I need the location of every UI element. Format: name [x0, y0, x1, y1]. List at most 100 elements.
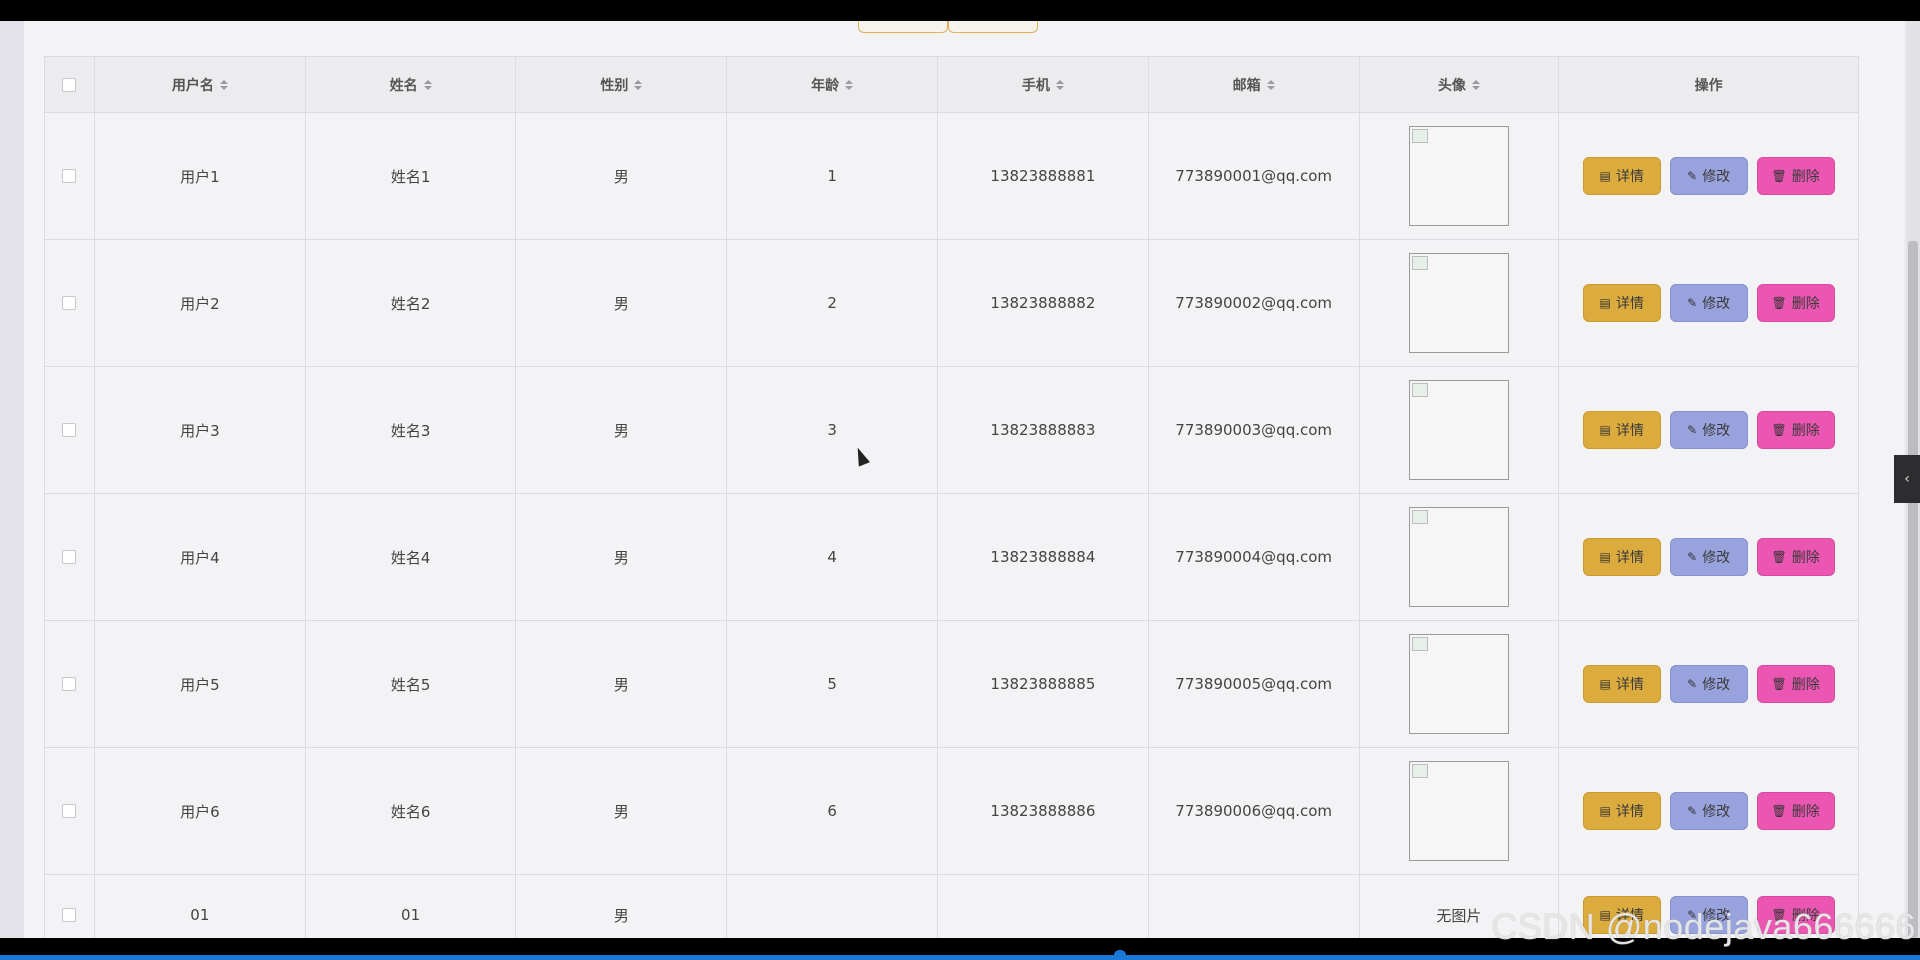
header-age[interactable]: 年龄	[727, 57, 939, 112]
trash-icon: 🗑	[1771, 677, 1787, 691]
top-button-2[interactable]	[948, 21, 1038, 33]
cell-age: 5	[727, 621, 939, 747]
cell-gender: 男	[516, 367, 728, 493]
header-avatar[interactable]: 头像	[1360, 57, 1560, 112]
cell-actions: ▤ 详情 ✎ 修改 🗑 删除	[1559, 113, 1859, 239]
header-username[interactable]: 用户名	[95, 57, 306, 112]
top-black-bar	[0, 0, 1920, 21]
cell-actions: ▤ 详情 ✎ 修改 🗑 删除	[1559, 367, 1859, 493]
cell-name: 姓名5	[306, 621, 517, 747]
edit-button[interactable]: ✎ 修改	[1669, 284, 1748, 322]
header-gender[interactable]: 性别	[516, 57, 728, 112]
sort-icon[interactable]	[1266, 79, 1275, 90]
delete-button[interactable]: 🗑 删除	[1756, 665, 1835, 703]
cell-age: 1	[727, 113, 939, 239]
detail-button[interactable]: ▤ 详情	[1582, 792, 1661, 830]
pencil-icon: ✎	[1687, 423, 1698, 437]
sort-icon[interactable]	[845, 79, 854, 90]
cell-phone: 13823888882	[938, 240, 1149, 366]
trash-icon: 🗑	[1771, 296, 1787, 310]
sort-icon[interactable]	[1055, 79, 1064, 90]
watermark-text: CSDN @nodejava666666	[1491, 906, 1916, 947]
broken-image-icon	[1411, 383, 1428, 397]
cell-actions: ▤ 详情 ✎ 修改 🗑 删除	[1559, 621, 1859, 747]
row-checkbox[interactable]	[62, 423, 77, 437]
header-phone[interactable]: 手机	[938, 57, 1149, 112]
table-row: 用户5 姓名5 男 5 13823888885 773890005@qq.com…	[45, 621, 1859, 748]
detail-button[interactable]: ▤ 详情	[1582, 284, 1661, 322]
sort-icon[interactable]	[634, 79, 643, 90]
top-button-1[interactable]	[858, 21, 948, 33]
cell-email: 773890006@qq.com	[1149, 748, 1360, 874]
edit-button[interactable]: ✎ 修改	[1669, 157, 1748, 195]
row-checkbox[interactable]	[62, 804, 77, 818]
edit-button[interactable]: ✎ 修改	[1669, 665, 1748, 703]
cell-age: 2	[727, 240, 939, 366]
avatar-image[interactable]	[1408, 126, 1509, 226]
edit-button[interactable]: ✎ 修改	[1669, 792, 1748, 830]
row-select	[45, 367, 95, 493]
cell-email	[1149, 875, 1360, 938]
detail-button[interactable]: ▤ 详情	[1582, 665, 1661, 703]
cell-avatar	[1360, 621, 1560, 747]
trash-icon: 🗑	[1771, 804, 1787, 818]
header-email[interactable]: 邮箱	[1149, 57, 1360, 112]
detail-button[interactable]: ▤ 详情	[1582, 538, 1661, 576]
cell-avatar	[1360, 240, 1560, 366]
collapse-side-tab[interactable]: ‹	[1894, 455, 1920, 503]
trash-icon: 🗑	[1771, 423, 1787, 437]
cell-name: 姓名3	[306, 367, 517, 493]
cell-age: 6	[727, 748, 939, 874]
avatar-image[interactable]	[1408, 253, 1509, 353]
delete-button[interactable]: 🗑 删除	[1756, 411, 1835, 449]
edit-button[interactable]: ✎ 修改	[1669, 411, 1748, 449]
table-row: 用户3 姓名3 男 3 13823888883 773890003@qq.com…	[45, 367, 1859, 494]
row-checkbox[interactable]	[62, 677, 77, 691]
delete-button[interactable]: 🗑 删除	[1756, 157, 1835, 195]
sort-icon[interactable]	[1471, 79, 1480, 90]
cell-username: 用户3	[95, 367, 306, 493]
row-checkbox[interactable]	[62, 550, 77, 564]
row-select	[45, 748, 95, 874]
avatar-image[interactable]	[1408, 507, 1509, 607]
cell-name: 姓名4	[306, 494, 517, 620]
cell-phone: 13823888885	[938, 621, 1149, 747]
cell-age: 4	[727, 494, 939, 620]
row-checkbox[interactable]	[62, 296, 77, 310]
pencil-icon: ✎	[1687, 804, 1698, 818]
cell-gender: 男	[516, 113, 728, 239]
avatar-image[interactable]	[1408, 761, 1509, 861]
viewport: 用户名 姓名 性别 年龄 手机 邮箱 头像 操作 用户1 姓名1 男 1 138…	[0, 21, 1920, 938]
cell-email: 773890005@qq.com	[1149, 621, 1360, 747]
cell-avatar	[1360, 748, 1560, 874]
cell-avatar	[1360, 113, 1560, 239]
scrollbar-thumb[interactable]	[1908, 241, 1918, 938]
broken-image-icon	[1411, 129, 1428, 143]
avatar-image[interactable]	[1408, 380, 1509, 480]
avatar-image[interactable]	[1408, 634, 1509, 734]
row-checkbox[interactable]	[62, 908, 77, 922]
document-icon: ▤	[1599, 423, 1611, 437]
select-all-checkbox[interactable]	[62, 77, 77, 92]
document-icon: ▤	[1599, 169, 1611, 183]
detail-button[interactable]: ▤ 详情	[1582, 157, 1661, 195]
left-rail	[0, 21, 24, 938]
cell-username: 用户4	[95, 494, 306, 620]
edit-button[interactable]: ✎ 修改	[1669, 538, 1748, 576]
detail-button[interactable]: ▤ 详情	[1582, 411, 1661, 449]
cell-username: 用户6	[95, 748, 306, 874]
delete-button[interactable]: 🗑 删除	[1756, 284, 1835, 322]
row-select	[45, 494, 95, 620]
cell-phone	[938, 875, 1149, 938]
row-checkbox[interactable]	[62, 169, 77, 183]
broken-image-icon	[1411, 764, 1428, 778]
cell-phone: 13823888884	[938, 494, 1149, 620]
cell-username: 用户2	[95, 240, 306, 366]
delete-button[interactable]: 🗑 删除	[1756, 792, 1835, 830]
delete-button[interactable]: 🗑 删除	[1756, 538, 1835, 576]
header-name[interactable]: 姓名	[306, 57, 517, 112]
header-actions: 操作	[1559, 57, 1859, 112]
progress-dot[interactable]	[1114, 950, 1126, 960]
sort-icon[interactable]	[219, 79, 228, 90]
sort-icon[interactable]	[423, 79, 432, 90]
